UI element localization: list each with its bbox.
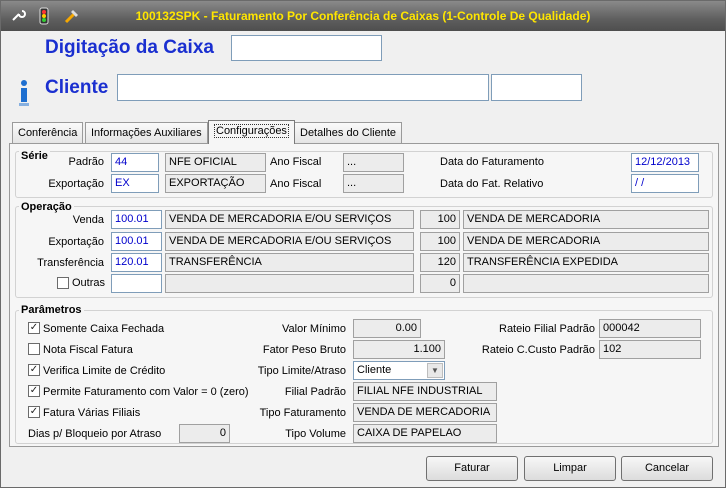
outras-desc-field bbox=[165, 274, 414, 293]
tipo-limite-select[interactable]: Cliente ▼ bbox=[353, 361, 445, 380]
somente-caixa-fechada-label: Somente Caixa Fechada bbox=[43, 323, 165, 335]
cliente-name-input[interactable] bbox=[117, 74, 489, 101]
cliente-code-input[interactable] bbox=[491, 74, 582, 101]
outras-num-field: 0 bbox=[420, 274, 460, 293]
op-exportacao-desc-field: VENDA DE MERCADORIA E/OU SERVIÇOS bbox=[165, 232, 414, 251]
permite-faturamento-zero-label: Permite Faturamento com Valor = 0 (zero) bbox=[43, 386, 249, 398]
tab-conferencia[interactable]: Conferência bbox=[12, 122, 84, 143]
transferencia-desc-field: TRANSFERÊNCIA bbox=[165, 253, 414, 272]
somente-caixa-fechada-checkbox[interactable]: ✓ bbox=[28, 322, 40, 334]
caixa-label: Digitação da Caixa bbox=[45, 37, 214, 58]
tab-configuracoes[interactable]: Configurações bbox=[208, 120, 295, 144]
window-title: 100132SPK - Faturamento Por Conferência … bbox=[135, 9, 591, 23]
limpar-button[interactable]: Limpar bbox=[524, 456, 616, 481]
transferencia-num-field: 120 bbox=[420, 253, 460, 272]
venda-desc-field: VENDA DE MERCADORIA E/OU SERVIÇOS bbox=[165, 210, 414, 229]
tipo-limite-label: Tipo Limite/Atraso bbox=[257, 365, 346, 377]
valor-minimo-input[interactable]: 0.00 bbox=[353, 319, 421, 338]
rateio-custo-label: Rateio C.Custo Padrão bbox=[481, 344, 595, 356]
tipo-volume-field[interactable]: CAIXA DE PAPELAO bbox=[353, 424, 497, 443]
tab-label: Conferência bbox=[18, 127, 78, 139]
ano-fiscal-label-2: Ano Fiscal bbox=[270, 178, 322, 190]
tipo-faturamento-field[interactable]: VENDA DE MERCADORIA bbox=[353, 403, 497, 422]
outras-desc2-field bbox=[463, 274, 709, 293]
dias-bloqueio-input[interactable]: 0 bbox=[179, 424, 230, 443]
data-fat-relativo-input[interactable]: / / bbox=[631, 174, 699, 193]
rateio-custo-field[interactable]: 102 bbox=[599, 340, 701, 359]
op-exportacao-label: Exportação bbox=[48, 236, 104, 248]
tab-label: Detalhes do Cliente bbox=[300, 127, 397, 139]
nota-fiscal-fatura-label: Nota Fiscal Fatura bbox=[43, 344, 133, 356]
title-bar: 100132SPK - Faturamento Por Conferência … bbox=[1, 1, 725, 31]
outras-code-input[interactable] bbox=[111, 274, 162, 293]
filial-padrao-label: Filial Padrão bbox=[284, 386, 346, 398]
tipo-limite-value: Cliente bbox=[357, 364, 392, 376]
op-exportacao-num-field: 100 bbox=[420, 232, 460, 251]
outras-label: Outras bbox=[72, 277, 106, 289]
filial-padrao-field[interactable]: FILIAL NFE INDUSTRIAL bbox=[353, 382, 497, 401]
main-window: 100132SPK - Faturamento Por Conferência … bbox=[0, 0, 726, 488]
ano-fiscal-label: Ano Fiscal bbox=[270, 156, 322, 168]
outras-checkbox[interactable] bbox=[57, 277, 69, 289]
tab-detalhes-cliente[interactable]: Detalhes do Cliente bbox=[294, 122, 403, 143]
ano-fiscal-field-2: ... bbox=[343, 174, 404, 193]
info-icon bbox=[14, 77, 34, 109]
chevron-down-icon[interactable]: ▼ bbox=[427, 363, 443, 378]
padrao-desc-field: NFE OFICIAL bbox=[165, 153, 266, 172]
verifica-limite-credito-checkbox[interactable]: ✓ bbox=[28, 364, 40, 376]
exportacao-code-input[interactable]: EX bbox=[111, 174, 159, 193]
rateio-filial-label: Rateio Filial Padrão bbox=[499, 323, 595, 335]
faturar-button[interactable]: Faturar bbox=[426, 456, 518, 481]
venda-desc2-field: VENDA DE MERCADORIA bbox=[463, 210, 709, 229]
tab-label: Configurações bbox=[214, 124, 289, 138]
transferencia-label: Transferência bbox=[37, 257, 104, 269]
operacao-title: Operação bbox=[19, 201, 74, 213]
valor-minimo-label: Valor Mínimo bbox=[282, 323, 346, 335]
op-exportacao-code-input[interactable]: 100.01 bbox=[111, 232, 162, 251]
tipo-volume-label: Tipo Volume bbox=[285, 428, 346, 440]
op-exportacao-desc2-field: VENDA DE MERCADORIA bbox=[463, 232, 709, 251]
data-faturamento-input[interactable]: 12/12/2013 bbox=[631, 153, 699, 172]
data-faturamento-label: Data do Faturamento bbox=[440, 156, 544, 168]
transferencia-desc2-field: TRANSFERÊNCIA EXPEDIDA bbox=[463, 253, 709, 272]
venda-code-input[interactable]: 100.01 bbox=[111, 210, 162, 229]
dias-bloqueio-label: Dias p/ Bloqueio por Atraso bbox=[28, 428, 162, 440]
fatura-varias-filiais-label: Fatura Várias Filiais bbox=[43, 407, 141, 419]
permite-faturamento-zero-checkbox[interactable]: ✓ bbox=[28, 385, 40, 397]
parametros-title: Parâmetros bbox=[19, 304, 84, 316]
verifica-limite-credito-label: Verifica Limite de Crédito bbox=[43, 365, 166, 377]
cliente-label: Cliente bbox=[45, 77, 109, 98]
caixa-input[interactable] bbox=[231, 35, 382, 61]
venda-label: Venda bbox=[72, 214, 104, 226]
rateio-filial-field[interactable]: 000042 bbox=[599, 319, 701, 338]
tipo-faturamento-label: Tipo Faturamento bbox=[259, 407, 346, 419]
cancelar-button[interactable]: Cancelar bbox=[621, 456, 713, 481]
padrao-code-input[interactable]: 44 bbox=[111, 153, 159, 172]
transferencia-code-input[interactable]: 120.01 bbox=[111, 253, 162, 272]
nota-fiscal-fatura-checkbox[interactable] bbox=[28, 343, 40, 355]
ano-fiscal-field: ... bbox=[343, 153, 404, 172]
tab-label: Informações Auxiliares bbox=[91, 127, 202, 139]
padrao-label: Padrão bbox=[68, 156, 104, 168]
fator-peso-label: Fator Peso Bruto bbox=[262, 344, 346, 356]
tab-informacoes-auxiliares[interactable]: Informações Auxiliares bbox=[85, 122, 208, 143]
fatura-varias-filiais-checkbox[interactable]: ✓ bbox=[28, 406, 40, 418]
fator-peso-input[interactable]: 1.100 bbox=[353, 340, 445, 359]
data-fat-relativo-label: Data do Fat. Relativo bbox=[440, 178, 544, 190]
exportacao-desc-field: EXPORTAÇÃO bbox=[165, 174, 266, 193]
exportacao-label: Exportação bbox=[48, 178, 104, 190]
venda-num-field: 100 bbox=[420, 210, 460, 229]
